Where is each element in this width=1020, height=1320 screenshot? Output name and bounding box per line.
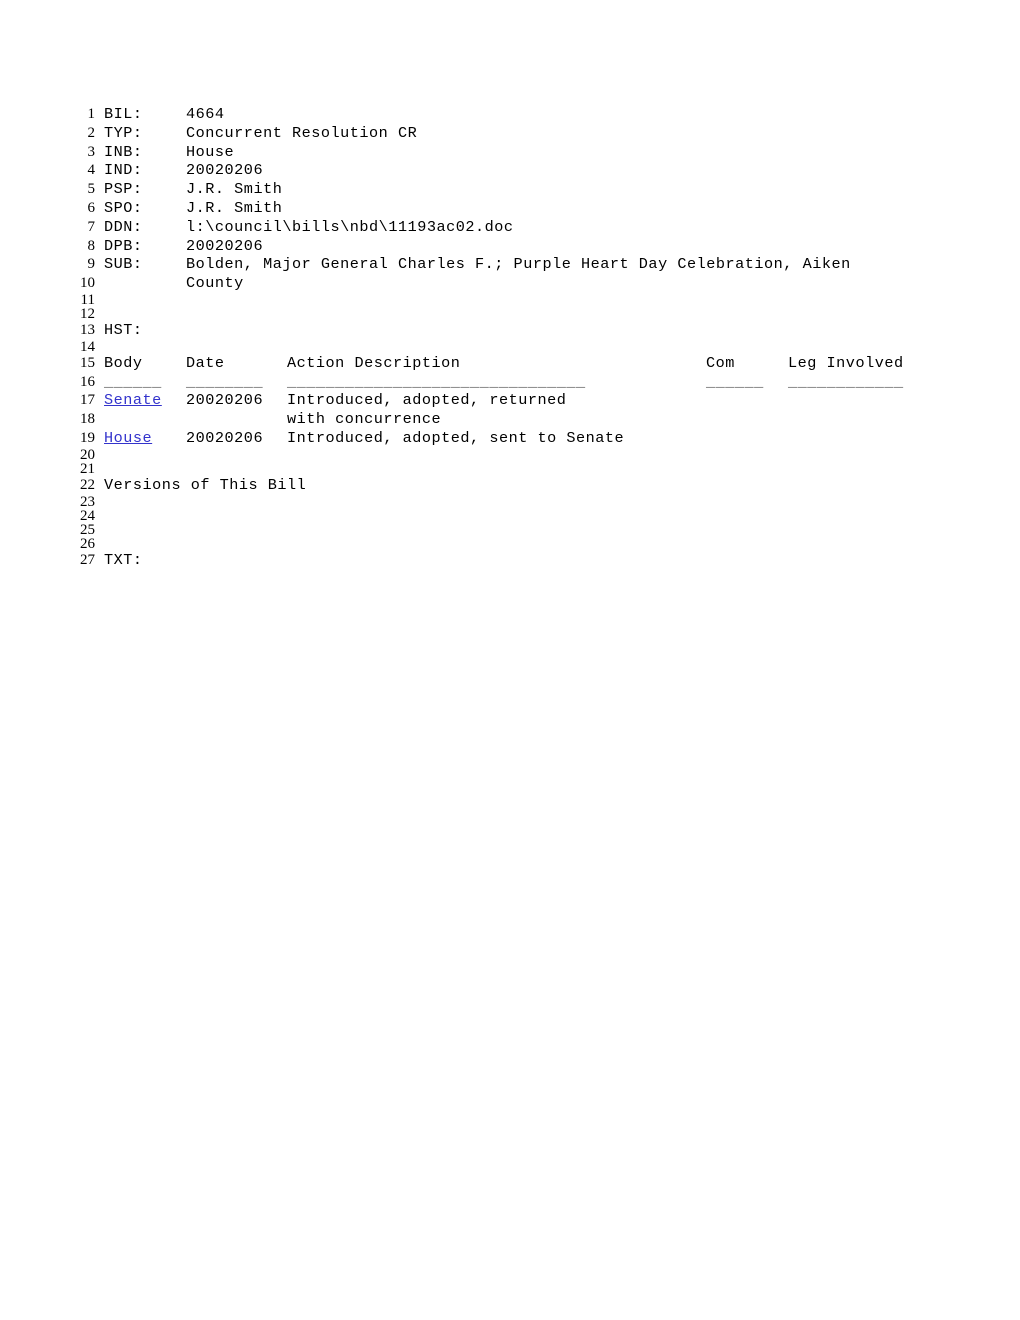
- record-line-blank: 21: [0, 460, 1020, 477]
- field-value-bil: 4664: [186, 105, 225, 123]
- history-header-action: Action Description: [287, 353, 461, 372]
- line-number: 8: [87, 237, 96, 254]
- history-table-row-continued: 18 with concurrence: [0, 410, 1020, 429]
- field-label-ddn: DDN:: [104, 217, 143, 236]
- field-value-spo: J.R. Smith: [186, 198, 283, 217]
- field-label-ind: IND:: [104, 161, 143, 180]
- history-row-action: Introduced, adopted, sent to Senate: [287, 428, 625, 447]
- field-label-sub: SUB:: [104, 255, 143, 274]
- line-number: 19: [80, 429, 95, 446]
- line-number: 13: [80, 321, 95, 338]
- record-line-blank: 12: [0, 305, 1020, 322]
- history-row-date: 20020206: [186, 428, 264, 447]
- separator-action: _______________________________: [287, 372, 586, 391]
- versions-heading: Versions of This Bill: [104, 475, 307, 494]
- body-link-house[interactable]: House: [104, 429, 152, 447]
- line-number: 24: [80, 507, 95, 524]
- field-label-bil: BIL:: [104, 105, 143, 123]
- bill-record-document: 1 BIL: 4664 2 TYP: Concurrent Resolution…: [0, 105, 1020, 569]
- record-line-blank: 24: [0, 507, 1020, 524]
- history-row-body: House: [104, 429, 152, 448]
- line-number: 1: [87, 106, 96, 122]
- history-header-date: Date: [186, 353, 225, 372]
- field-label-inb: INB:: [104, 142, 143, 161]
- history-row-date: 20020206: [186, 391, 264, 410]
- field-value-psp: J.R. Smith: [186, 180, 283, 199]
- record-line-sub-continued: 10 County: [0, 274, 1020, 293]
- line-number: 18: [80, 411, 95, 428]
- record-line-spo: 6 SPO: J.R. Smith: [0, 199, 1020, 218]
- record-line-blank: 20: [0, 446, 1020, 463]
- separator-com: ______: [706, 372, 764, 391]
- line-number: 16: [80, 373, 95, 390]
- history-header-leg: Leg Involved: [788, 353, 904, 372]
- field-label-dpb: DPB:: [104, 236, 143, 255]
- line-number: 17: [80, 392, 95, 409]
- record-line-inb: 3 INB: House: [0, 143, 1020, 162]
- history-table-header-row: 15 Body Date Action Description Com Leg …: [0, 354, 1020, 373]
- line-number: 22: [80, 476, 95, 493]
- record-line-hst: 13 HST:: [0, 321, 1020, 340]
- body-link-senate[interactable]: Senate: [104, 391, 162, 409]
- field-value-dpb: 20020206: [186, 236, 264, 255]
- record-line-blank: 26: [0, 535, 1020, 552]
- history-header-com: Com: [706, 353, 735, 372]
- field-value-sub-line1: Bolden, Major General Charles F.; Purple…: [186, 255, 851, 274]
- record-line-ind: 4 IND: 20020206: [0, 161, 1020, 180]
- field-value-typ: Concurrent Resolution CR: [186, 123, 418, 142]
- line-number: 5: [87, 181, 96, 198]
- line-number: 3: [87, 143, 96, 160]
- record-line-blank: 23: [0, 493, 1020, 510]
- history-header-body: Body: [104, 353, 143, 372]
- history-table-row: 17 Senate 20020206 Introduced, adopted, …: [0, 391, 1020, 410]
- field-label-spo: SPO:: [104, 198, 143, 217]
- record-line-psp: 5 PSP: J.R. Smith: [0, 180, 1020, 199]
- line-number: 14: [80, 338, 95, 355]
- line-number: 23: [80, 493, 95, 510]
- line-number: 25: [80, 521, 95, 538]
- history-table-separator-row: 16 ______ ________ _____________________…: [0, 373, 1020, 392]
- line-number: 27: [80, 551, 95, 568]
- separator-date: ________: [186, 372, 264, 391]
- field-label-typ: TYP:: [104, 123, 143, 142]
- record-line-bil: 1 BIL: 4664: [0, 105, 1020, 124]
- field-value-ind: 20020206: [186, 161, 264, 180]
- line-number: 26: [80, 535, 95, 552]
- record-line-typ: 2 TYP: Concurrent Resolution CR: [0, 124, 1020, 143]
- versions-section-heading-line: 22 Versions of This Bill: [0, 476, 1020, 495]
- record-line-sub: 9 SUB: Bolden, Major General Charles F.;…: [0, 255, 1020, 274]
- line-number: 20: [80, 446, 95, 463]
- record-line-ddn: 7 DDN: l:\council\bills\nbd\11193ac02.do…: [0, 218, 1020, 237]
- line-number: 2: [87, 124, 96, 141]
- record-line-blank: 14: [0, 338, 1020, 355]
- line-number: 10: [80, 275, 95, 292]
- history-row-action-continued: with concurrence: [287, 410, 442, 429]
- history-table-row: 19 House 20020206 Introduced, adopted, s…: [0, 429, 1020, 448]
- separator-body: ______: [104, 372, 162, 391]
- line-number: 4: [87, 162, 96, 179]
- line-number: 12: [80, 305, 95, 322]
- line-number: 9: [87, 256, 96, 273]
- field-label-hst: HST:: [104, 320, 143, 339]
- field-value-ddn: l:\council\bills\nbd\11193ac02.doc: [186, 217, 514, 236]
- record-line-blank: 11: [0, 291, 1020, 308]
- record-line-dpb: 8 DPB: 20020206: [0, 237, 1020, 256]
- field-value-sub-line2: County: [186, 274, 244, 293]
- line-number: 11: [80, 291, 95, 308]
- line-number: 21: [80, 460, 95, 477]
- record-line-txt: 27 TXT:: [0, 551, 1020, 570]
- line-number: 6: [87, 199, 96, 216]
- field-value-inb: House: [186, 142, 235, 161]
- field-label-txt: TXT:: [104, 550, 143, 569]
- history-row-action: Introduced, adopted, returned: [287, 391, 567, 410]
- record-line-blank: 25: [0, 521, 1020, 538]
- line-number: 7: [87, 218, 96, 235]
- field-label-psp: PSP:: [104, 180, 143, 199]
- separator-leg: ____________: [788, 372, 904, 391]
- history-row-body: Senate: [104, 391, 162, 410]
- line-number: 15: [80, 354, 95, 371]
